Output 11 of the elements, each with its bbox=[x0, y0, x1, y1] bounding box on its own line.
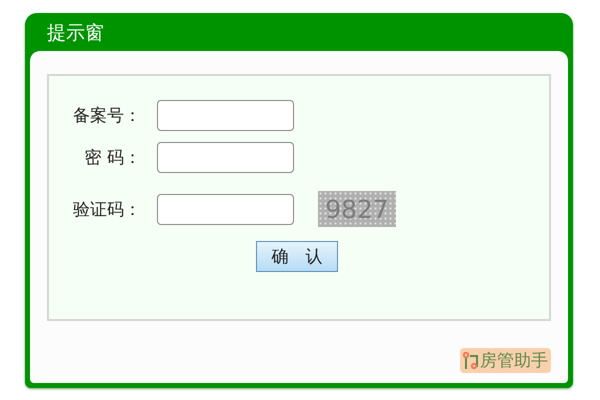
app-badge[interactable]: 房管助手 bbox=[460, 348, 551, 373]
password-field[interactable] bbox=[157, 142, 294, 173]
field-label: 验证码： bbox=[72, 198, 141, 220]
captcha-field[interactable] bbox=[157, 194, 294, 224]
field-label: 备案号： bbox=[72, 105, 141, 127]
input-field[interactable] bbox=[157, 100, 294, 131]
field-label: 密 码： bbox=[84, 147, 141, 169]
captcha-image[interactable]: 9827 bbox=[318, 191, 396, 227]
confirm-button[interactable]: 确 认 bbox=[256, 241, 338, 272]
window-title: 提示窗 bbox=[46, 21, 105, 46]
app-logo-icon bbox=[463, 352, 479, 370]
